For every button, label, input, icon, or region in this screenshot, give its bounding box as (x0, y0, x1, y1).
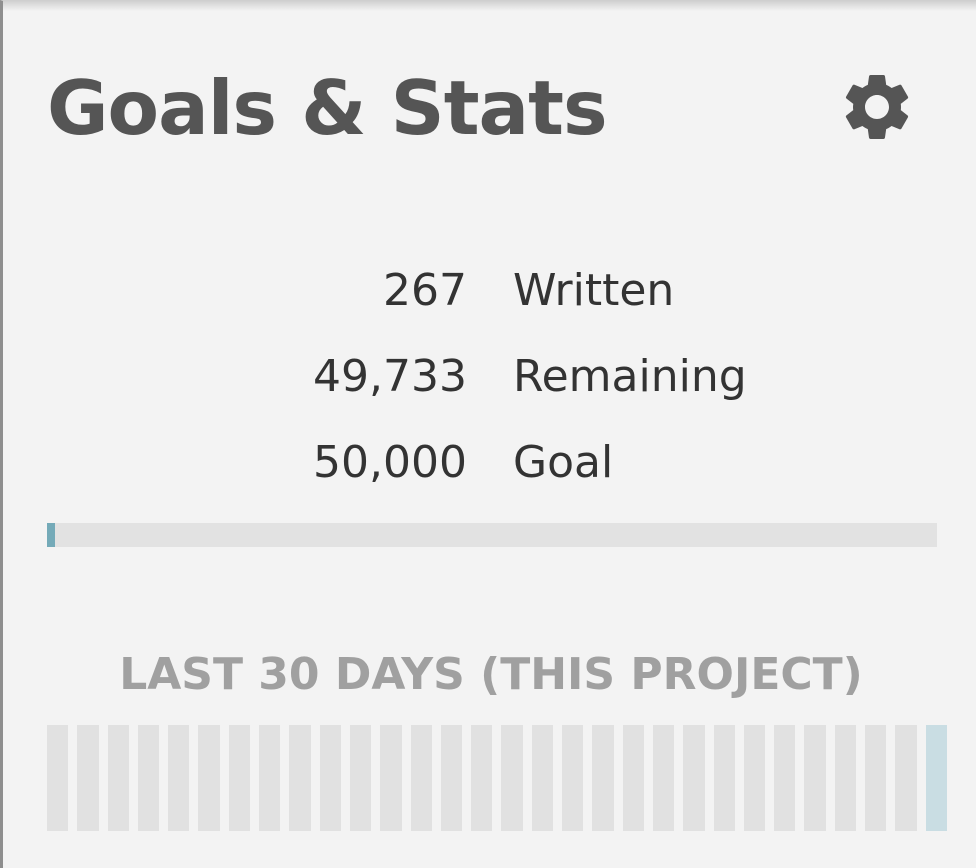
written-label: Written (513, 264, 675, 316)
goal-progress-bar (47, 523, 937, 547)
day-bar (531, 725, 554, 831)
day-bar (47, 725, 69, 831)
day-bar (834, 725, 857, 831)
day-bar (895, 725, 917, 831)
panel-top-shadow (3, 1, 976, 11)
panel-title: Goals & Stats (47, 64, 608, 152)
goal-label: Goal (513, 436, 614, 488)
remaining-count: 49,733 (313, 350, 467, 402)
day-bar (289, 725, 311, 831)
gear-icon (837, 67, 917, 151)
day-bar (471, 725, 493, 831)
day-bar (652, 725, 675, 831)
day-bar (622, 725, 644, 831)
day-bar (440, 725, 463, 831)
daily-history-chart (47, 725, 947, 831)
day-bar (349, 725, 372, 831)
goal-progress-fill (47, 523, 55, 547)
written-count: 267 (383, 264, 467, 316)
goals-stats-panel: Goals & Stats 267 Written 49,733 Remaini… (0, 0, 976, 868)
remaining-label: Remaining (513, 350, 747, 402)
day-bar (259, 725, 281, 831)
stat-row-remaining: 49,733 Remaining (273, 333, 873, 419)
stat-row-written: 267 Written (273, 247, 873, 333)
day-bar (804, 725, 826, 831)
goal-count: 50,000 (313, 436, 467, 488)
history-heading: LAST 30 DAYS (THIS PROJECT) (119, 649, 863, 700)
day-bar (137, 725, 160, 831)
day-bar (562, 725, 584, 831)
day-bar (592, 725, 614, 831)
day-bar (319, 725, 341, 831)
day-bar (168, 725, 190, 831)
day-bar (743, 725, 766, 831)
stat-row-goal: 50,000 Goal (273, 419, 873, 505)
stats-list: 267 Written 49,733 Remaining 50,000 Goal (273, 247, 873, 505)
day-bar (380, 725, 402, 831)
day-bar (198, 725, 220, 831)
day-bar (713, 725, 735, 831)
day-bar (925, 725, 947, 831)
day-bar (683, 725, 705, 831)
day-bar (410, 725, 432, 831)
day-bar (501, 725, 523, 831)
day-bar (228, 725, 251, 831)
day-bar (77, 725, 99, 831)
day-bar (107, 725, 129, 831)
day-bar (774, 725, 796, 831)
day-bar (865, 725, 887, 831)
settings-button[interactable] (835, 67, 919, 151)
